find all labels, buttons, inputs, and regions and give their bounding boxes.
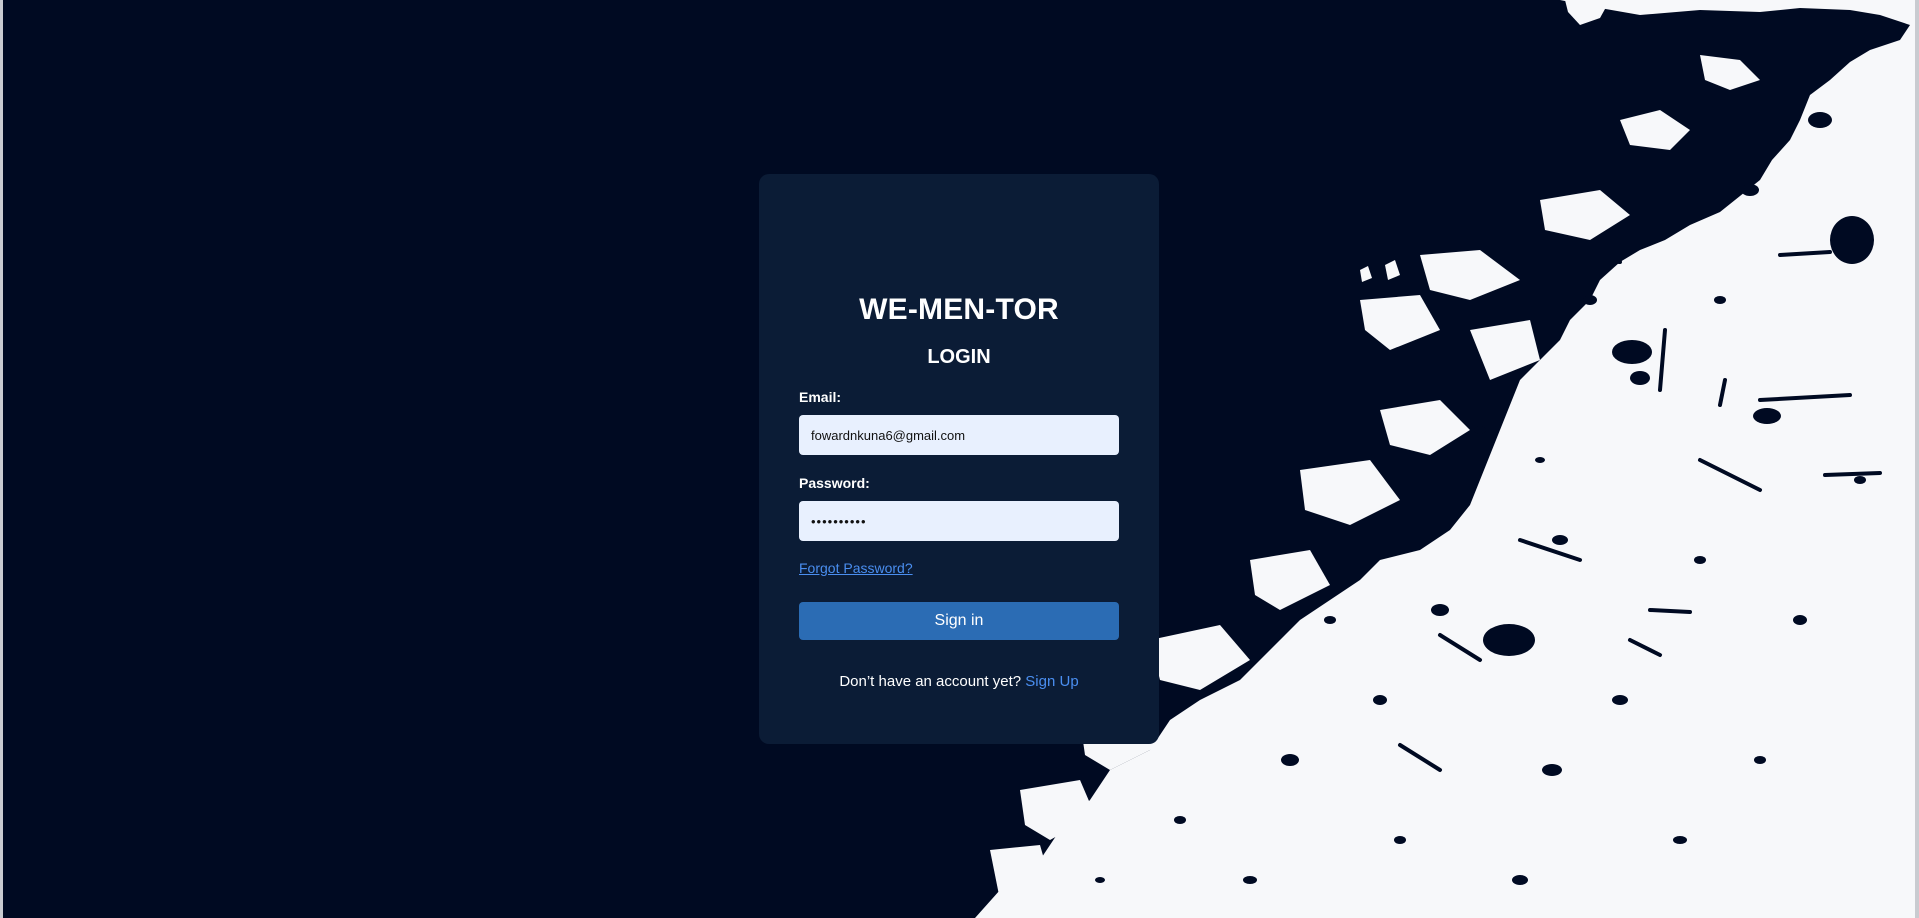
brand-title: WE-MEN-TOR [859,293,1059,326]
window-edge-right [1915,0,1919,918]
email-label: Email: [799,389,842,405]
login-card [759,174,1159,744]
signup-prompt-text: Don’t have an account yet? [839,673,1022,690]
email-input[interactable] [799,415,1119,455]
login-heading: LOGIN [927,346,991,368]
signup-prompt: Don’t have an account yet? Sign Up [759,673,1159,690]
password-label: Password: [799,475,870,491]
forgot-password-link[interactable]: Forgot Password? [799,560,913,576]
sign-up-link[interactable]: Sign Up [1025,673,1078,690]
window-edge-left [0,0,3,918]
sign-in-button[interactable]: Sign in [799,602,1119,640]
password-input[interactable] [799,501,1119,541]
login-page: WE-MEN-TOR LOGIN Email: Password: Forgot… [0,0,1919,918]
